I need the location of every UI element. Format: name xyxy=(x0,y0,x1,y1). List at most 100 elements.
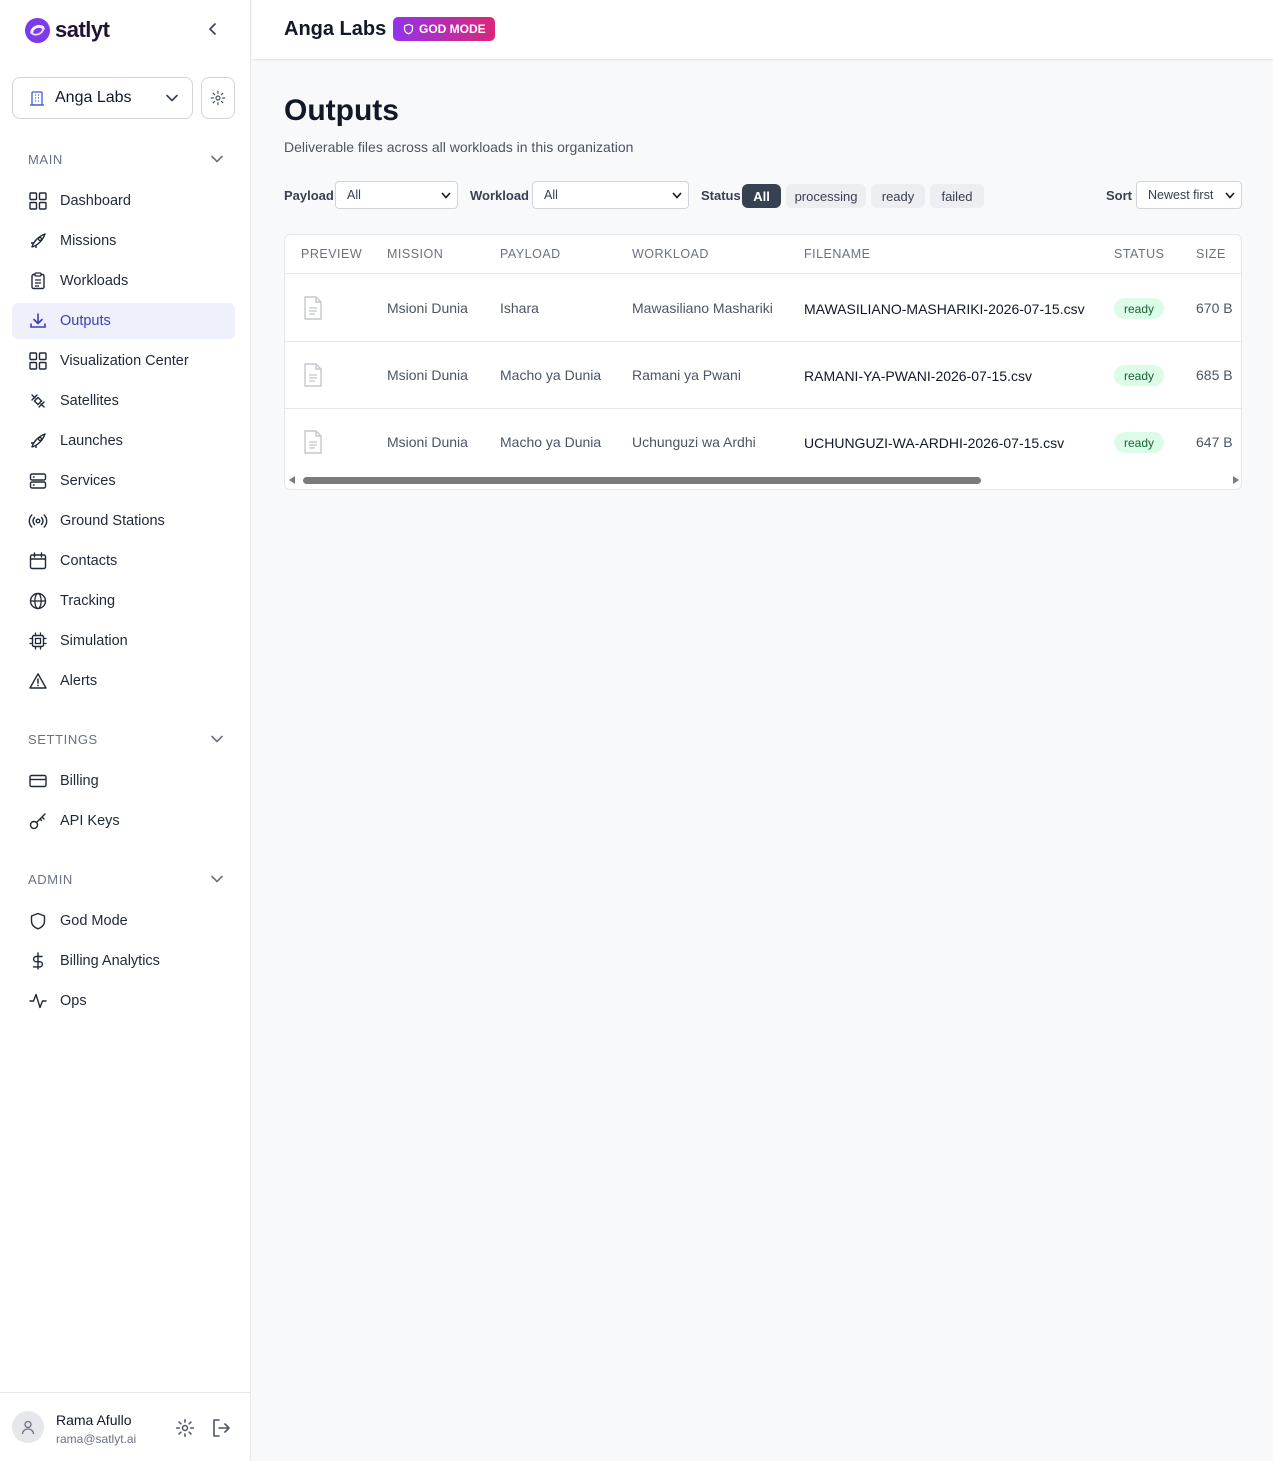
org-title: Anga Labs xyxy=(284,18,387,40)
user-bar: Rama Afullo rama@satlyt.ai xyxy=(0,1392,251,1461)
user-name: Rama Afullo xyxy=(56,1412,132,1428)
gear-icon xyxy=(175,1418,195,1438)
sidebar-item-label: Ground Stations xyxy=(60,513,165,529)
key-icon xyxy=(28,811,48,831)
collapse-sidebar-button[interactable] xyxy=(203,18,223,40)
activity-icon xyxy=(28,991,48,1011)
org-switcher[interactable]: Anga Labs xyxy=(12,77,193,119)
sidebar-item-satellites[interactable]: Satellites xyxy=(12,383,235,419)
sidebar-item-billing-analytics[interactable]: Billing Analytics xyxy=(12,943,235,979)
sidebar-item-label: Launches xyxy=(60,433,123,449)
sidebar-item-services[interactable]: Services xyxy=(12,463,235,499)
section-admin-toggle[interactable]: ADMIN xyxy=(28,869,223,889)
page-subtitle: Deliverable files across all workloads i… xyxy=(284,139,634,155)
status-chip-processing[interactable]: processing xyxy=(786,184,866,208)
cell-filename[interactable]: UCHUNGUZI-WA-ARDHI-2026-07-15.csv xyxy=(804,435,1064,451)
file-preview-icon xyxy=(304,363,322,387)
cell-filename[interactable]: MAWASILIANO-MASHARIKI-2026-07-15.csv xyxy=(804,301,1085,317)
brand-logo[interactable]: satlyt xyxy=(24,15,110,45)
grid-icon xyxy=(28,351,48,371)
sidebar-item-label: Workloads xyxy=(60,273,129,289)
cell-mission: Msioni Dunia xyxy=(387,300,468,316)
sidebar-item-label: Simulation xyxy=(60,633,128,649)
status-badge: ready xyxy=(1114,365,1165,386)
sidebar-item-missions[interactable]: Missions xyxy=(12,223,235,259)
grid-icon xyxy=(28,191,48,211)
scrollbar-thumb[interactable] xyxy=(303,477,981,484)
cell-filename[interactable]: RAMANI-YA-PWANI-2026-07-15.csv xyxy=(804,368,1032,384)
page-title: Outputs xyxy=(284,94,399,127)
sidebar-item-label: God Mode xyxy=(60,913,128,929)
credit-card-icon xyxy=(28,771,48,791)
sort-select[interactable]: Newest first xyxy=(1136,181,1242,209)
chevron-down-icon xyxy=(672,191,682,199)
god-mode-badge-label: GOD MODE xyxy=(419,22,486,36)
section-settings-heading: SETTINGS xyxy=(28,731,98,747)
satellite-icon xyxy=(28,391,48,411)
sidebar-item-billing[interactable]: Billing xyxy=(12,763,235,799)
sidebar-item-tracking[interactable]: Tracking xyxy=(12,583,235,619)
scroll-right-arrow-icon[interactable] xyxy=(1233,476,1239,484)
god-mode-badge: GOD MODE xyxy=(393,17,495,41)
sidebar-item-contacts[interactable]: Contacts xyxy=(12,543,235,579)
sidebar-item-dashboard[interactable]: Dashboard xyxy=(12,183,235,219)
horizontal-scrollbar[interactable] xyxy=(285,473,1241,487)
table-row[interactable]: Msioni Dunia Macho ya Dunia Uchunguzi wa… xyxy=(285,408,1241,475)
server-icon xyxy=(28,471,48,491)
shield-icon xyxy=(28,911,48,931)
file-preview-icon xyxy=(304,430,322,454)
chevron-down-icon xyxy=(1225,191,1235,199)
column-header-filename: FILENAME xyxy=(804,247,871,261)
status-chip-failed[interactable]: failed xyxy=(930,184,984,208)
file-preview-icon xyxy=(304,296,322,320)
payload-filter-value: All xyxy=(347,188,361,202)
sidebar-item-label: Outputs xyxy=(60,313,111,329)
avatar[interactable] xyxy=(12,1411,44,1443)
status-chip-ready[interactable]: ready xyxy=(871,184,925,208)
sidebar-item-label: Missions xyxy=(60,233,117,249)
sidebar-item-api-keys[interactable]: API Keys xyxy=(12,803,235,839)
user-email: rama@satlyt.ai xyxy=(56,1432,137,1446)
table-row[interactable]: Msioni Dunia Macho ya Dunia Ramani ya Pw… xyxy=(285,341,1241,408)
sidebar-item-simulation[interactable]: Simulation xyxy=(12,623,235,659)
column-header-status: STATUS xyxy=(1114,247,1165,261)
table-row[interactable]: Msioni Dunia Ishara Mawasiliano Masharik… xyxy=(285,274,1241,341)
alert-triangle-icon xyxy=(28,671,48,691)
cell-payload: Ishara xyxy=(500,300,539,316)
org-settings-button[interactable] xyxy=(201,77,235,119)
sidebar-item-ground-stations[interactable]: Ground Stations xyxy=(12,503,235,539)
sidebar-item-outputs[interactable]: Outputs xyxy=(12,303,235,339)
sidebar-item-god-mode[interactable]: God Mode xyxy=(12,903,235,939)
status-chip-all[interactable]: All xyxy=(742,184,781,208)
cell-payload: Macho ya Dunia xyxy=(500,367,602,383)
sidebar-item-workloads[interactable]: Workloads xyxy=(12,263,235,299)
sidebar-item-label: Alerts xyxy=(60,673,98,689)
section-settings-toggle[interactable]: SETTINGS xyxy=(28,729,223,749)
sidebar-item-label: API Keys xyxy=(60,813,120,829)
workload-filter-select[interactable]: All xyxy=(532,181,689,209)
sidebar-item-visualization-center[interactable]: Visualization Center xyxy=(12,343,235,379)
user-settings-button[interactable] xyxy=(175,1418,195,1438)
chevron-down-icon xyxy=(441,191,451,199)
sidebar-item-launches[interactable]: Launches xyxy=(12,423,235,459)
logout-button[interactable] xyxy=(211,1418,231,1438)
shield-icon xyxy=(403,23,414,35)
sidebar-item-label: Satellites xyxy=(60,393,119,409)
cell-size: 670 B xyxy=(1196,300,1233,316)
dollar-icon xyxy=(28,951,48,971)
workload-filter-value: All xyxy=(544,188,558,202)
rocket-icon xyxy=(28,431,48,451)
section-main-toggle[interactable]: MAIN xyxy=(28,149,223,169)
sidebar: satlyt Anga Labs MAIN Dashboard Missions… xyxy=(0,0,251,1461)
sidebar-item-alerts[interactable]: Alerts xyxy=(12,663,235,699)
sidebar-item-label: Tracking xyxy=(60,593,116,609)
sidebar-item-label: Ops xyxy=(60,993,87,1009)
sidebar-item-label: Billing Analytics xyxy=(60,953,160,969)
cpu-icon xyxy=(28,631,48,651)
status-filter-label: Status xyxy=(701,188,741,203)
cell-size: 647 B xyxy=(1196,434,1233,450)
sidebar-item-ops[interactable]: Ops xyxy=(12,983,235,1019)
scroll-left-arrow-icon[interactable] xyxy=(289,476,295,484)
gear-icon xyxy=(210,90,226,106)
payload-filter-select[interactable]: All xyxy=(335,181,458,209)
